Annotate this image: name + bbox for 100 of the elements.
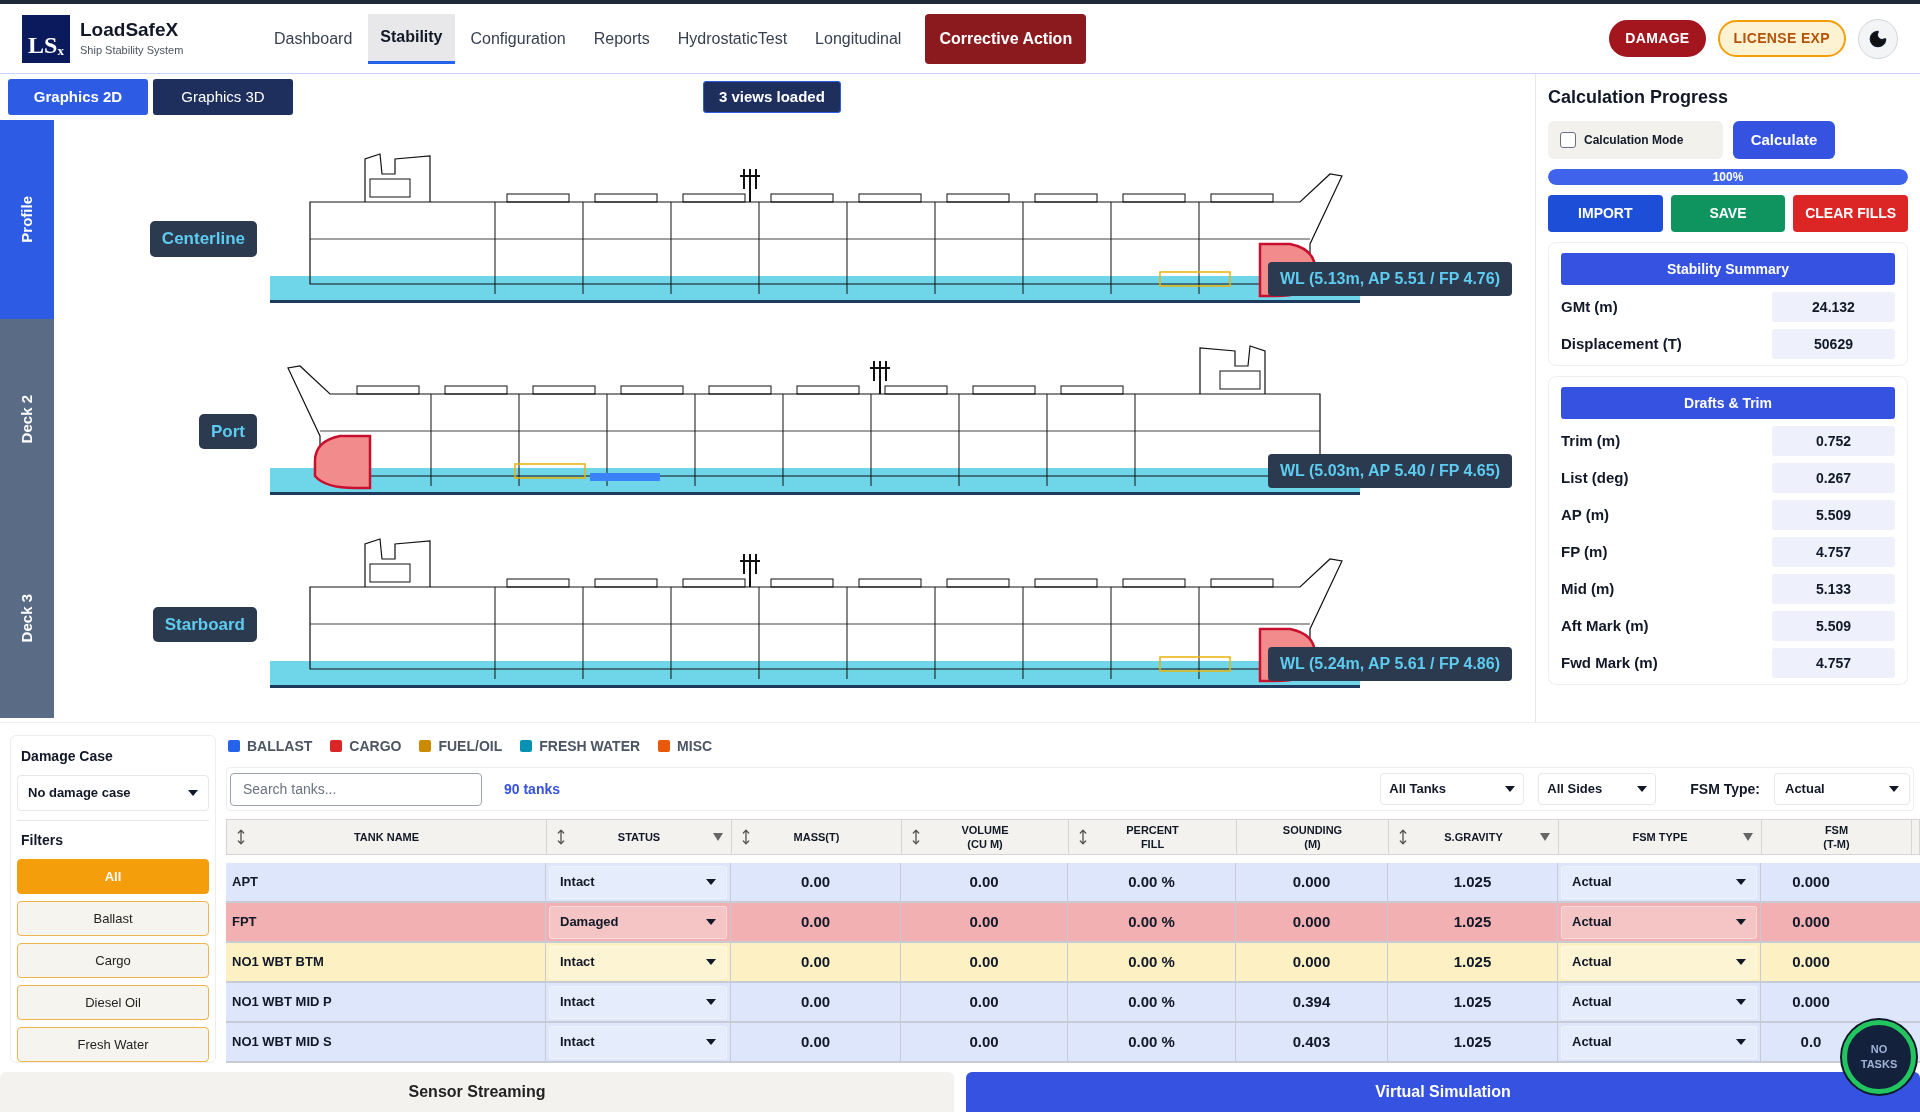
section-title: Filters <box>20 831 64 850</box>
fsm-type-select[interactable]: Actual <box>1774 773 1910 805</box>
filter-button[interactable]: Diesel Oil <box>17 985 209 1020</box>
column-header[interactable]: FSM (T-M) <box>1762 820 1912 854</box>
graphics-tab[interactable]: Graphics 2D <box>8 79 148 115</box>
table-cell: 0.00 % <box>1068 863 1236 901</box>
caret-icon <box>1736 1039 1746 1045</box>
filter-icon[interactable] <box>1743 833 1753 841</box>
table-cell: NO1 WBT MID P <box>226 983 546 1021</box>
column-header[interactable]: S.GRAVITY <box>1389 820 1559 854</box>
table-cell: 0.000 <box>1236 863 1388 901</box>
nav-tab[interactable]: Longitudinal <box>803 13 914 64</box>
waterline-tag: WL (5.13m, AP 5.51 / FP 4.76) <box>1268 261 1512 296</box>
status-select[interactable]: Intact <box>549 945 727 979</box>
metric-value: 5.509 <box>1772 611 1895 641</box>
table-row[interactable]: FPT Damaged 0.00 0.00 0.00 % 0.000 1.025 Actual 0.000 <box>226 903 1920 943</box>
action-button[interactable]: CLEAR FILLS <box>1793 195 1908 232</box>
status-badge: DAMAGE <box>1609 20 1706 57</box>
view-tab[interactable]: Profile <box>0 120 54 320</box>
damage-case-select[interactable]: No damage case <box>17 775 209 812</box>
column-header[interactable]: PERCENT FILL <box>1069 820 1237 854</box>
filter-icon[interactable] <box>1540 833 1550 841</box>
metric-value: 0.267 <box>1772 463 1895 493</box>
nav-tab[interactable]: Reports <box>581 13 662 64</box>
caret-icon <box>706 879 716 885</box>
moon-icon <box>1868 28 1888 49</box>
table-cell: 0.000 <box>1236 943 1388 981</box>
filter-button[interactable]: Cargo <box>17 943 209 978</box>
theme-toggle-button[interactable] <box>1858 18 1898 59</box>
graphics-tab[interactable]: Graphics 3D <box>153 79 293 115</box>
metric-label: Fwd Mark (m) <box>1561 652 1658 673</box>
filter-button[interactable]: Ballast <box>17 901 209 936</box>
panel-title: Calculation Progress <box>1548 86 1730 109</box>
bottom-tab[interactable]: Sensor Streaming <box>0 1072 954 1112</box>
column-header[interactable]: VOLUME (CU M) <box>902 820 1069 854</box>
legend-label: FUEL/OIL <box>438 736 503 756</box>
section-title: Damage Case <box>20 747 114 766</box>
status-select[interactable]: Intact <box>549 1025 727 1059</box>
column-header[interactable]: TANK NAME <box>227 820 547 854</box>
table-cell: NO1 WBT MID S <box>226 1023 546 1061</box>
tank-count: 90 tanks <box>504 779 561 799</box>
table-cell: APT <box>226 863 546 901</box>
metric-label: Mid (m) <box>1561 578 1615 599</box>
calculate-button[interactable]: Calculate <box>1733 121 1835 159</box>
column-header[interactable]: SOUNDING (M) <box>1237 820 1389 854</box>
status-select[interactable]: Intact <box>549 985 727 1019</box>
tank-filter-select[interactable]: All Tanks <box>1380 773 1525 805</box>
status-select[interactable]: Intact <box>549 865 727 899</box>
caret-icon <box>706 1039 716 1045</box>
status-select[interactable]: Damaged <box>549 905 727 939</box>
nav-tab[interactable]: Dashboard <box>262 13 365 64</box>
calculation-mode-checkbox[interactable]: Calculation Mode <box>1548 121 1723 159</box>
app-logo: LSx <box>22 14 70 63</box>
column-header[interactable]: FSM TYPE <box>1559 820 1762 854</box>
table-cell: 1.025 <box>1388 863 1558 901</box>
side-filter-select[interactable]: All Sides <box>1538 773 1657 805</box>
legend-label: CARGO <box>349 736 402 756</box>
table-row[interactable]: NO1 WBT MID P Intact 0.00 0.00 0.00 % 0.394 1.025 Actual 0.000 <box>226 983 1920 1023</box>
table-cell: 1.025 <box>1388 1023 1558 1061</box>
metric-label: List (deg) <box>1561 467 1629 488</box>
caret-icon <box>1736 999 1746 1005</box>
nav-tab[interactable]: HydrostaticTest <box>665 13 800 64</box>
view-tab[interactable]: Deck 3 <box>0 518 54 718</box>
action-button[interactable]: IMPORT <box>1548 195 1663 232</box>
waterline-tag: WL (5.03m, AP 5.40 / FP 4.65) <box>1268 454 1512 489</box>
fsm-type-select[interactable]: Actual <box>1561 865 1757 899</box>
waterline-tag: WL (5.24m, AP 5.61 / FP 4.86) <box>1268 647 1512 682</box>
status-badge: LICENSE EXP <box>1717 20 1846 57</box>
column-header[interactable]: MASS(T) <box>732 820 902 854</box>
fsm-type-select[interactable]: Actual <box>1561 1025 1757 1059</box>
filter-icon[interactable] <box>713 833 723 841</box>
fsm-type-select[interactable]: Actual <box>1561 945 1757 979</box>
caret-icon <box>706 919 716 925</box>
filter-button[interactable]: Fresh Water <box>17 1027 209 1062</box>
fsm-type-select[interactable]: Actual <box>1561 985 1757 1019</box>
caret-icon <box>188 790 198 796</box>
table-row[interactable]: NO1 WBT BTM Intact 0.00 0.00 0.00 % 0.000 1.025 Actual 0.000 <box>226 943 1920 983</box>
action-button[interactable]: SAVE <box>1670 195 1786 232</box>
table-cell-text: 0.000 <box>1792 871 1830 892</box>
nav-tab[interactable]: Stability <box>368 13 455 64</box>
legend-label: BALLAST <box>247 736 313 756</box>
corrective-action-button[interactable]: Corrective Action <box>925 13 1087 64</box>
view-tab[interactable]: Deck 2 <box>0 319 54 519</box>
card-header: Drafts & Trim <box>1561 387 1895 419</box>
caret-icon <box>1505 786 1516 792</box>
legend-label: FRESH WATER <box>539 736 641 756</box>
table-cell-text: 0.000 <box>1792 991 1830 1012</box>
fsm-type-select[interactable]: Actual <box>1561 905 1757 939</box>
fsm-type-label: FSM Type: <box>1690 779 1760 799</box>
table-cell: 0.00 <box>731 983 901 1021</box>
table-cell: 0.00 % <box>1068 903 1236 941</box>
column-header[interactable]: STATUS <box>547 820 732 854</box>
table-cell: 0.394 <box>1236 983 1388 1021</box>
bottom-tab[interactable]: Virtual Simulation <box>966 1072 1920 1112</box>
metric-label: Trim (m) <box>1561 430 1621 451</box>
metric-value: 24.132 <box>1772 292 1895 322</box>
search-field[interactable]: Search tanks... <box>230 772 482 806</box>
table-row[interactable]: APT Intact 0.00 0.00 0.00 % 0.000 1.025 Actual 0.000 <box>226 863 1920 903</box>
table-cell-text: 0.000 <box>1792 951 1830 972</box>
nav-tab[interactable]: Configuration <box>458 13 578 64</box>
